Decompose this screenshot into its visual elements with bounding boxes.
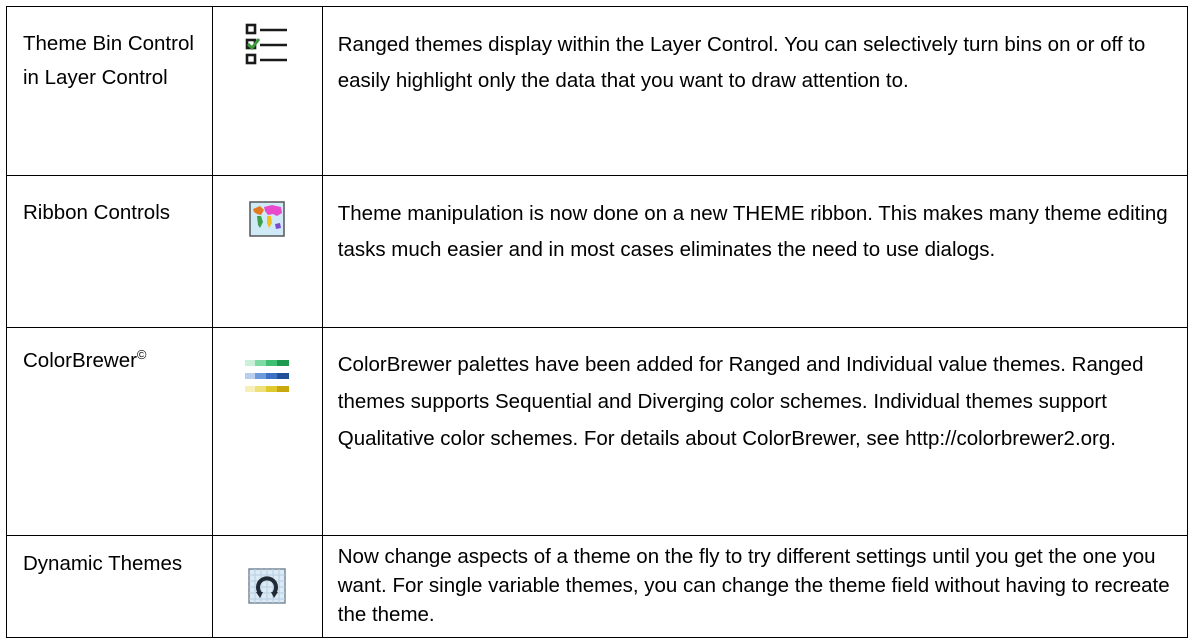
feature-description: ColorBrewer palettes have been added for… [323,328,1188,535]
icon-cell [213,7,323,175]
icon-cell [213,176,323,327]
refresh-icon [248,568,287,604]
feature-description: Theme manipulation is now done on a new … [323,176,1188,327]
feature-table: Theme Bin Control in Layer Control Range… [6,6,1188,638]
feature-name: Theme Bin Control in Layer Control [7,7,213,175]
feature-name: Dynamic Themes [7,536,213,637]
icon-cell [213,536,323,637]
table-row: Ribbon Controls Theme manipulation is no… [7,176,1188,328]
feature-name-text: ColorBrewer [23,349,137,372]
table-row: Dynamic Themes Now change aspects of a t… [7,536,1188,638]
world-map-icon [249,201,286,237]
feature-name: Ribbon Controls [7,176,213,327]
icon-cell [213,328,323,535]
copyright-mark: © [136,347,147,363]
feature-name: ColorBrewer© [7,328,213,535]
feature-description: Ranged themes display within the Layer C… [323,7,1188,175]
table-row: Theme Bin Control in Layer Control Range… [7,7,1188,176]
checklist-icon [245,23,288,65]
feature-description: Now change aspects of a theme on the fly… [323,536,1188,637]
color-palette-icon [245,360,290,392]
table-row: ColorBrewer© ColorBrewer palettes have b… [7,328,1188,536]
